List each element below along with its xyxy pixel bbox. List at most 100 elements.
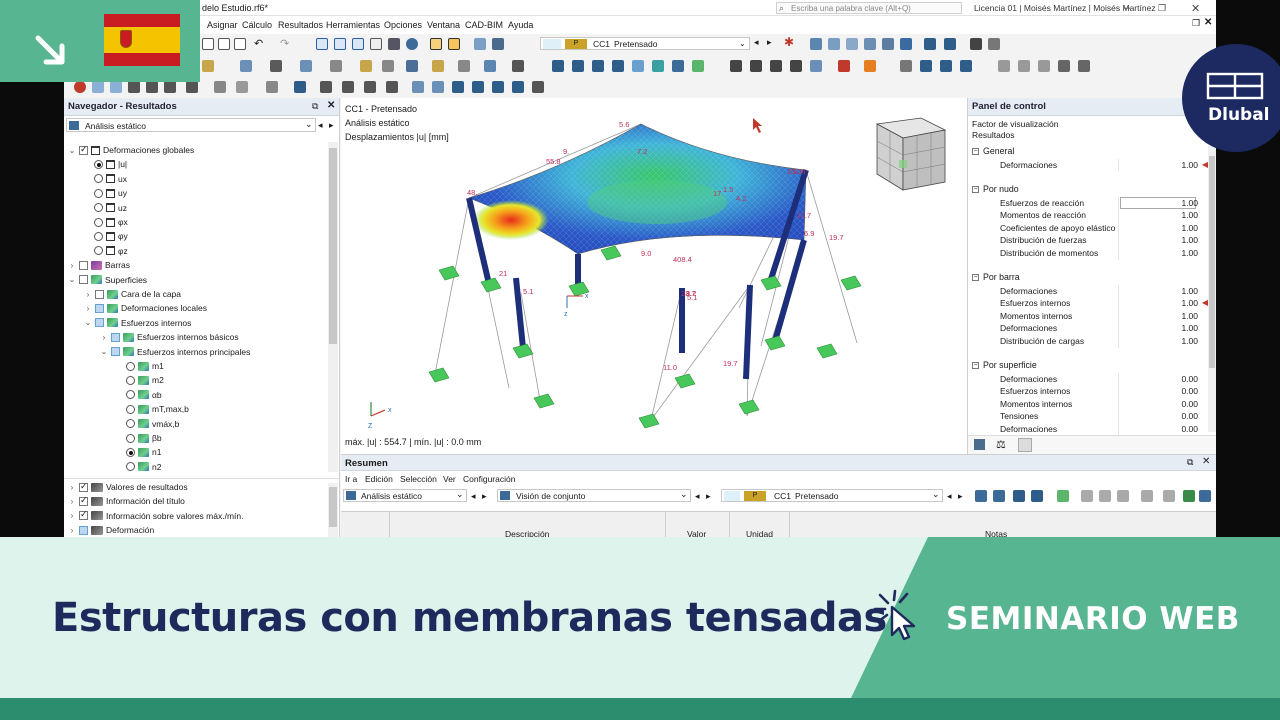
tab-list-icon[interactable] — [974, 439, 985, 450]
tool-33-icon[interactable] — [1018, 60, 1030, 72]
tool-f-icon[interactable] — [266, 81, 278, 93]
navigator-close-icon[interactable]: ✕ — [327, 100, 335, 111]
tool-6-icon[interactable] — [360, 60, 372, 72]
control-row[interactable]: Momentos internos 0.00 — [968, 397, 1208, 411]
tab-settings-icon[interactable] — [1018, 438, 1032, 452]
radio-button[interactable] — [126, 361, 135, 371]
supports-icon[interactable] — [882, 38, 894, 50]
nodes-icon[interactable] — [810, 38, 822, 50]
control-row-value[interactable]: 1.00 — [1181, 323, 1198, 333]
prev-loadcase-icon[interactable]: ◂ — [754, 37, 759, 48]
tool-22-icon[interactable] — [750, 60, 762, 72]
navigator-item[interactable]: vmáx,b — [126, 417, 179, 431]
expand-down-icon[interactable]: ⌄ — [100, 347, 108, 356]
summary-menu-ir-a[interactable]: Ir a — [345, 474, 357, 484]
navigator-item[interactable]: › Cara de la capa — [84, 287, 181, 301]
radio-button[interactable] — [94, 203, 103, 213]
navigator-item[interactable]: › Barras — [68, 258, 130, 272]
radio-button[interactable] — [126, 462, 135, 472]
measure-icon[interactable] — [924, 38, 936, 50]
summary-prev-3-icon[interactable]: ◂ — [947, 491, 952, 502]
summary-tool-8-icon[interactable] — [1117, 490, 1129, 502]
summary-tool-10-icon[interactable] — [1163, 490, 1175, 502]
navigator-item[interactable]: › Deformaciones locales — [84, 301, 207, 315]
summary-next-3-icon[interactable]: ▸ — [958, 491, 963, 502]
column-notas[interactable]: Notas — [985, 529, 1007, 537]
calc-icon[interactable] — [448, 38, 460, 50]
control-row-value[interactable]: 1.00 — [1181, 198, 1198, 208]
menu-ventana[interactable]: Ventana — [427, 20, 460, 30]
tool-26-icon[interactable] — [838, 60, 850, 72]
radio-button[interactable] — [126, 375, 135, 385]
menu-calculo[interactable]: Cálculo — [242, 20, 272, 30]
collapse-icon[interactable]: − — [972, 361, 979, 369]
navigator-item[interactable]: ⌄ Esfuerzos internos principales — [100, 345, 251, 359]
control-row-value[interactable]: 1.00 — [1181, 298, 1198, 308]
save-icon[interactable] — [202, 38, 214, 50]
tool-g-icon[interactable] — [294, 81, 306, 93]
control-row-value[interactable]: 1.00 — [1181, 336, 1198, 346]
navigator-display-item[interactable]: › Información del título — [68, 494, 185, 508]
report-icon[interactable] — [234, 38, 246, 50]
summary-close-icon[interactable]: ✕ — [1202, 456, 1210, 467]
tool-j-icon[interactable] — [364, 81, 376, 93]
frame-icon[interactable] — [970, 38, 982, 50]
summary-prev-2-icon[interactable]: ◂ — [695, 491, 700, 502]
menu-cad-bim[interactable]: CAD-BIM — [465, 20, 503, 30]
navigator-item[interactable]: ux — [94, 172, 127, 186]
tool-30-icon[interactable] — [940, 60, 952, 72]
checkbox[interactable] — [79, 509, 88, 521]
checkbox[interactable] — [111, 332, 120, 342]
control-row-value[interactable]: 1.00 — [1181, 210, 1198, 220]
close-icon[interactable]: ✕ — [1191, 2, 1200, 15]
nav-prev-icon[interactable]: ◂ — [318, 120, 323, 131]
summary-tool-3-icon[interactable] — [1013, 490, 1025, 502]
navigator-item[interactable]: › Esfuerzos internos básicos — [100, 330, 239, 344]
navigator-dropdown[interactable]: Análisis estático ⌄ — [66, 118, 316, 132]
summary-menu-seleccion[interactable]: Selección — [400, 474, 437, 484]
tool-o-icon[interactable] — [472, 81, 484, 93]
display-icon[interactable] — [900, 38, 912, 50]
navigator-item[interactable]: φx — [94, 215, 128, 229]
pin-icon[interactable]: ⧉ — [312, 101, 318, 112]
tab-scale-icon[interactable]: ⚖ — [996, 438, 1006, 451]
summary-prev-1-icon[interactable]: ◂ — [471, 491, 476, 502]
checkbox[interactable] — [111, 347, 120, 357]
control-row[interactable]: Distribución de fuerzas 1.00 — [968, 234, 1208, 247]
radio-button[interactable] — [126, 404, 135, 414]
control-row[interactable]: Coeficientes de apoyo elástico 1.00 — [968, 221, 1208, 235]
axis-x-icon[interactable] — [128, 81, 140, 93]
collapse-icon[interactable]: − — [972, 273, 979, 281]
control-row[interactable]: Deformaciones 0.00 — [968, 372, 1208, 386]
grid-icon[interactable] — [474, 38, 486, 50]
tool-11-icon[interactable] — [484, 60, 496, 72]
control-group-header[interactable]: − General — [972, 146, 1014, 156]
checkbox[interactable] — [95, 303, 104, 313]
view-3-icon[interactable] — [352, 38, 364, 50]
tool-q-icon[interactable] — [512, 81, 524, 93]
control-row-value[interactable]: 1.00 — [1181, 223, 1198, 233]
navigator-scrollbar[interactable] — [328, 142, 338, 472]
navigator-display-item[interactable]: › Deformación — [68, 523, 155, 537]
control-row[interactable]: Tensiones 0.00 — [968, 410, 1208, 423]
control-row[interactable]: Deformaciones 1.00 ◀ — [968, 158, 1208, 172]
restore-icon[interactable]: ❐ — [1158, 3, 1166, 14]
control-group-header[interactable]: − Por superficie — [972, 360, 1037, 370]
table-icon[interactable] — [370, 38, 382, 50]
expand-right-icon[interactable]: › — [100, 333, 108, 342]
control-row-value[interactable]: 0.00 — [1181, 386, 1198, 396]
tool-25-icon[interactable] — [810, 60, 822, 72]
summary-analysis-dropdown[interactable]: Análisis estático ⌄ — [343, 489, 467, 502]
navigator-item[interactable]: αb — [126, 388, 162, 402]
summary-tool-11-icon[interactable] — [1183, 490, 1195, 502]
control-row-value[interactable]: 1.00 — [1181, 311, 1198, 321]
collapse-icon[interactable]: − — [972, 185, 979, 193]
model-icon[interactable] — [430, 38, 442, 50]
minimize-icon[interactable]: – — [1124, 2, 1130, 14]
navigator-scrollbar-2[interactable] — [328, 483, 338, 537]
members-icon[interactable] — [828, 38, 840, 50]
tool-21-icon[interactable] — [730, 60, 742, 72]
navigator-item[interactable]: βb — [126, 431, 162, 445]
navigator-item[interactable]: φy — [94, 229, 128, 243]
redo-icon[interactable]: ↷ — [280, 37, 289, 50]
